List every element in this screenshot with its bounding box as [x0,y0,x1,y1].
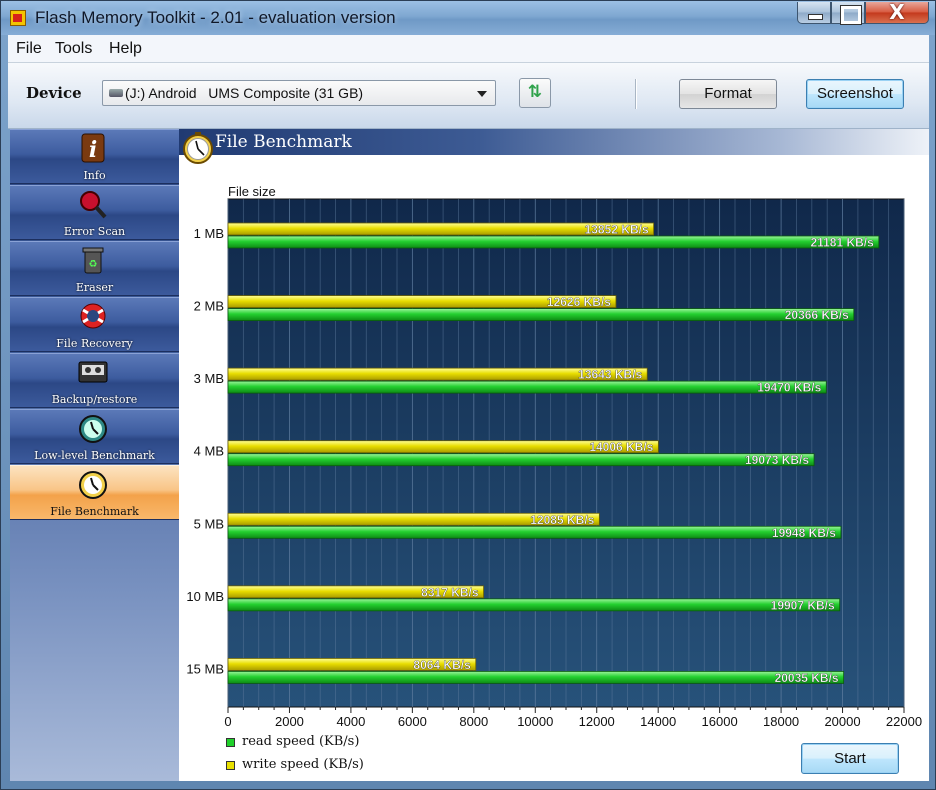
legend-swatch-read [226,738,235,747]
y-tick-label: 1 MB [194,226,224,241]
bar-value-label: 13852 KB/s [585,223,649,237]
x-tick-label: 10000 [517,714,553,729]
svg-text:i: i [89,137,97,163]
screenshot-button[interactable]: Screenshot [806,79,904,109]
x-tick-label: 14000 [640,714,676,729]
read-bar [227,671,845,684]
sidebar: i Info Error Scan ♻ Eraser File Recovery Backu… [10,129,179,781]
bar-value-label: 21181 KB/s [810,236,874,250]
sidebar-item-label: Eraser [75,281,114,294]
read-bar [227,525,842,539]
window-title: Flash Memory Toolkit - 2.01 - evaluation… [35,8,396,27]
menu-bar: File Tools Help [8,35,929,63]
tape-icon [78,361,108,383]
app-window: Flash Memory Toolkit - 2.01 - evaluation… [0,0,936,790]
sidebar-item-label: File Benchmark [50,505,139,518]
bar-value-label: 12626 KB/s [547,295,611,309]
title-bar[interactable]: Flash Memory Toolkit - 2.01 - evaluation… [1,0,935,35]
device-select-value: (J:) Android UMS Composite (31 GB) [125,85,364,101]
read-bar [227,453,815,467]
device-label: Device [26,84,82,102]
menu-tools[interactable]: Tools [55,40,92,58]
x-tick-label: 22000 [886,714,922,729]
panel-title: File Benchmark [215,132,352,152]
bar-value-label: 8317 KB/s [421,585,479,599]
sidebar-item-label: Info [83,169,106,182]
read-bar [227,308,855,321]
x-tick-label: 6000 [398,714,427,729]
sidebar-item-label: Error Scan [63,225,126,238]
x-tick-label: 8000 [459,714,488,729]
y-tick-label: 15 MB [186,661,224,676]
close-button[interactable]: X [865,0,929,24]
x-tick-label: 0 [224,714,231,729]
bar-value-label: 19470 KB/s [757,381,821,395]
sidebar-item-label: File Recovery [56,337,133,350]
x-tick-label: 12000 [579,714,615,729]
trash-icon: ♻ [82,247,104,274]
minimize-button[interactable] [797,2,831,24]
toolbar: Device (J:) Android UMS Composite (31 GB… [8,63,929,129]
read-bar [227,235,880,249]
lifebuoy-icon [80,303,106,329]
bar-value-label: 14006 KB/s [589,440,653,454]
bar-value-label: 20035 KB/s [775,671,839,685]
toolbar-separator [635,79,637,109]
legend-label-write: write speed (KB/s) [242,757,364,772]
sidebar-item-file-benchmark[interactable]: File Benchmark [10,465,179,520]
bar-value-label: 20366 KB/s [785,308,849,322]
refresh-button[interactable]: ⇅ [519,78,551,108]
x-tick-label: 18000 [763,714,799,729]
app-flash-icon [10,10,26,26]
sidebar-item-eraser[interactable]: ♻ Eraser [10,241,179,296]
bar-value-label: 19073 KB/s [745,453,809,467]
menu-file[interactable]: File [16,40,42,58]
panel-header: File Benchmark [179,129,929,155]
drive-icon [109,89,123,97]
stopwatch-icon [79,415,107,443]
magnifier-icon [80,191,107,219]
device-select[interactable]: (J:) Android UMS Composite (31 GB) [102,80,496,106]
bar-value-label: 19907 KB/s [771,598,835,612]
legend-swatch-write [226,761,235,770]
menu-help[interactable]: Help [109,40,142,58]
x-tick-label: 20000 [824,714,860,729]
y-tick-label: 2 MB [194,299,224,314]
stopwatch-icon [183,132,213,164]
read-bar [227,598,841,612]
bar-value-label: 19948 KB/s [772,526,836,540]
format-button[interactable]: Format [679,79,777,109]
y-tick-label: 4 MB [194,444,224,459]
svg-text:♻: ♻ [89,259,98,270]
sidebar-item-label: Low-level Benchmark [34,449,155,462]
benchmark-chart: 0 2000 4000 6000 8000 10000 12000 14000 16000 180… [186,198,922,729]
refresh-icon: ⇅ [527,82,543,102]
sidebar-item-info[interactable]: i Info [10,129,179,184]
sidebar-item-backup-restore[interactable]: Backup/restore [10,353,179,408]
main-panel: File Benchmark File size 0 2000 4000 6000 80… [179,129,929,781]
legend-label-read: read speed (KB/s) [242,734,360,749]
bar-value-label: 12085 KB/s [530,513,594,527]
maximize-button[interactable] [831,2,865,25]
bar-value-label: 8064 KB/s [413,658,471,672]
sidebar-item-error-scan[interactable]: Error Scan [10,185,179,240]
x-tick-label: 4000 [336,714,365,729]
x-tick-label: 16000 [702,714,738,729]
sidebar-item-file-recovery[interactable]: File Recovery [10,297,179,352]
start-button[interactable]: Start [801,743,899,774]
chevron-down-icon[interactable] [477,91,487,97]
sidebar-item-low-level-benchmark[interactable]: Low-level Benchmark [10,409,179,464]
y-tick-label: 3 MB [194,371,224,386]
close-icon: X [889,0,905,24]
bar-value-label: 13643 KB/s [578,368,642,382]
y-tick-label: 5 MB [194,516,224,531]
y-tick-label: 10 MB [186,589,224,604]
read-bar [227,380,827,394]
info-icon: i [81,133,105,163]
sidebar-item-label: Backup/restore [51,393,138,406]
x-tick-label: 2000 [275,714,304,729]
stopwatch-icon [79,471,107,499]
